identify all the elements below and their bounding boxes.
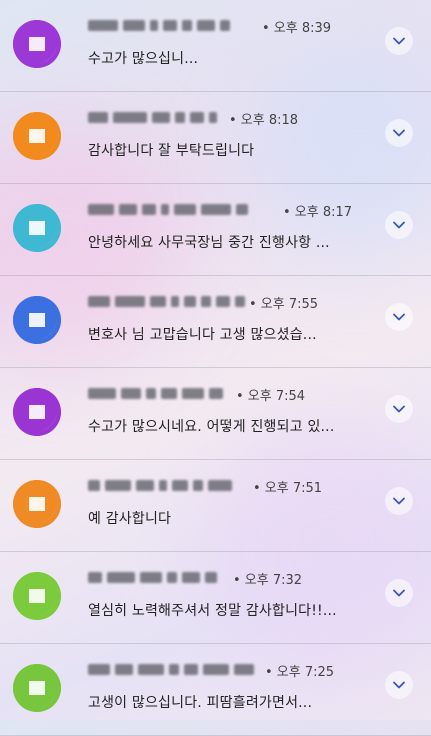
notification-time: • 오후 7:54 bbox=[236, 389, 306, 404]
sender-name-redacted bbox=[88, 16, 230, 34]
app-avatar-icon bbox=[13, 388, 61, 436]
notification-message: 감사합니다 잘 부탁드립니다 bbox=[88, 143, 255, 159]
chevron-down-icon[interactable] bbox=[385, 671, 413, 699]
notification-item[interactable]: • 오후 8:17 안녕하세요 사무국장님 중간 진행사항 ... bbox=[0, 184, 431, 276]
sender-name-redacted bbox=[88, 384, 223, 402]
chevron-down-icon[interactable] bbox=[385, 395, 413, 423]
app-avatar-icon bbox=[13, 664, 61, 712]
sender-name-redacted bbox=[88, 108, 217, 126]
app-avatar-icon bbox=[13, 112, 61, 160]
notification-time: • 오후 8:39 bbox=[262, 21, 332, 36]
notification-message: 고생이 많으십니다. 피땀흘려가면서... bbox=[88, 695, 313, 711]
notification-message: 수고가 많으십니... bbox=[88, 51, 199, 67]
notification-item[interactable]: • 오후 8:39 수고가 많으십니... bbox=[0, 0, 431, 92]
notification-list: • 오후 8:39 수고가 많으십니... • 오후 8:18 감사합니다 잘 부탁드… bbox=[0, 0, 431, 736]
notification-time: • 오후 8:17 bbox=[283, 205, 353, 220]
notification-item[interactable]: • 오후 7:54 수고가 많으시네요. 어떻게 진행되고 있... bbox=[0, 368, 431, 460]
app-avatar-icon bbox=[13, 296, 61, 344]
notification-message: 안녕하세요 사무국장님 중간 진행사항 ... bbox=[88, 235, 330, 251]
chevron-down-icon[interactable] bbox=[385, 211, 413, 239]
sender-name-redacted bbox=[88, 476, 232, 494]
notification-item[interactable]: • 오후 7:25 고생이 많으십니다. 피땀흘려가면서... bbox=[0, 644, 431, 736]
notification-message: 변호사 님 고맙습니다 고생 많으셨습... bbox=[88, 327, 317, 343]
app-avatar-icon bbox=[13, 480, 61, 528]
notification-item[interactable]: • 오후 8:18 감사합니다 잘 부탁드립니다 bbox=[0, 92, 431, 184]
chevron-down-icon[interactable] bbox=[385, 487, 413, 515]
notification-message: 수고가 많으시네요. 어떻게 진행되고 있... bbox=[88, 419, 335, 435]
app-avatar-icon bbox=[13, 572, 61, 620]
notification-time: • 오후 8:18 bbox=[229, 113, 299, 128]
sender-name-redacted bbox=[88, 200, 248, 218]
chevron-down-icon[interactable] bbox=[385, 27, 413, 55]
chevron-down-icon[interactable] bbox=[385, 303, 413, 331]
app-avatar-icon bbox=[13, 204, 61, 252]
notification-time: • 오후 7:55 bbox=[249, 297, 319, 312]
notification-item[interactable]: • 오후 7:32 열심히 노력해주셔서 정말 감사합니다!!... bbox=[0, 552, 431, 644]
notification-message: 예 감사합니다 bbox=[88, 511, 172, 527]
chevron-down-icon[interactable] bbox=[385, 579, 413, 607]
notification-item[interactable]: • 오후 7:55 변호사 님 고맙습니다 고생 많으셨습... bbox=[0, 276, 431, 368]
notification-time: • 오후 7:25 bbox=[265, 665, 335, 680]
chevron-down-icon[interactable] bbox=[385, 119, 413, 147]
app-avatar-icon bbox=[13, 20, 61, 68]
sender-name-redacted bbox=[88, 660, 254, 678]
notification-message: 열심히 노력해주셔서 정말 감사합니다!!... bbox=[88, 603, 337, 619]
notification-time: • 오후 7:32 bbox=[233, 573, 303, 588]
sender-name-redacted bbox=[88, 568, 217, 586]
notification-item[interactable]: • 오후 7:51 예 감사합니다 bbox=[0, 460, 431, 552]
sender-name-redacted bbox=[88, 292, 245, 310]
notification-time: • 오후 7:51 bbox=[253, 481, 323, 496]
